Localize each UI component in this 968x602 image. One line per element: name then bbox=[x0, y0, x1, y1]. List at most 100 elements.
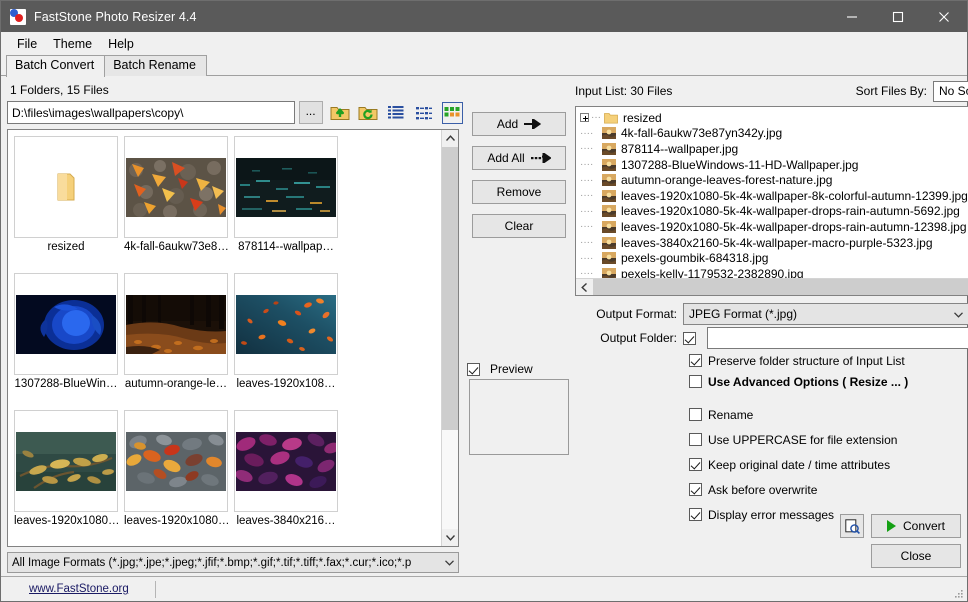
thumbnail-view-icon[interactable] bbox=[441, 101, 463, 124]
scroll-track[interactable] bbox=[442, 147, 458, 529]
thumbnail-item[interactable]: 1307288-BlueWin… bbox=[14, 273, 118, 397]
thumbnail-label: leaves-1920x108… bbox=[236, 378, 336, 390]
uppercase-extension-checkbox[interactable] bbox=[689, 433, 702, 446]
list-item[interactable]: ···· 878114--wallpaper.jpg bbox=[576, 141, 968, 157]
keep-date-checkbox[interactable] bbox=[689, 458, 702, 471]
list-item[interactable]: ··· resized bbox=[576, 110, 968, 126]
list-item[interactable]: ···· leaves-3840x2160-5k-4k-wallpaper-ma… bbox=[576, 235, 968, 251]
website-link[interactable]: www.FastStone.org bbox=[29, 583, 129, 595]
ask-overwrite-row[interactable]: Ask before overwrite bbox=[575, 479, 968, 500]
thumbnail-label: leaves-3840x216… bbox=[236, 515, 336, 527]
thumbnail-label: resized bbox=[47, 241, 85, 253]
detail-view-icon[interactable] bbox=[414, 102, 435, 124]
close-button[interactable]: Close bbox=[871, 544, 961, 568]
remove-button[interactable]: Remove bbox=[472, 180, 566, 204]
maximize-icon[interactable] bbox=[875, 1, 921, 32]
keep-date-row[interactable]: Keep original date / time attributes bbox=[575, 454, 968, 475]
file-format-filter[interactable]: All Image Formats (*.jpg;*.jpe;*.jpeg;*.… bbox=[7, 552, 459, 573]
list-item[interactable]: ···· pexels-kelly-1179532-2382890.jpg bbox=[576, 266, 968, 278]
thumbnail-scrollbar[interactable] bbox=[441, 130, 458, 546]
thumbnail-item[interactable]: resized bbox=[14, 136, 118, 260]
output-options: Output Format: JPEG Format (*.jpg) Setti… bbox=[575, 302, 968, 525]
scroll-down-icon[interactable] bbox=[442, 529, 458, 546]
output-folder-input[interactable] bbox=[707, 327, 968, 349]
list-item-label: 1307288-BlueWindows-11-HD-Wallpaper.jpg bbox=[621, 157, 859, 172]
tree-connector: ···· bbox=[580, 159, 594, 171]
list-item-label: 4k-fall-6aukw73e87yn342y.jpg bbox=[621, 126, 783, 141]
convert-button[interactable]: Convert bbox=[871, 514, 961, 538]
list-view-icon[interactable] bbox=[386, 102, 407, 124]
folder-up-icon[interactable] bbox=[330, 102, 351, 124]
use-advanced-options-row[interactable]: Use Advanced Options ( Resize ... ) bbox=[575, 371, 968, 392]
preview-magnifier-icon[interactable] bbox=[840, 514, 864, 538]
tree-connector: ···· bbox=[580, 174, 594, 186]
browse-folder-button[interactable]: ... bbox=[298, 101, 323, 124]
close-button-label: Close bbox=[900, 549, 932, 563]
thumbnail-item[interactable]: leaves-1920x1080… bbox=[14, 410, 118, 534]
uppercase-extension-label: Use UPPERCASE for file extension bbox=[708, 432, 898, 447]
clear-button[interactable]: Clear bbox=[472, 214, 566, 238]
scroll-up-icon[interactable] bbox=[442, 130, 458, 147]
sort-files-select[interactable]: No Sort bbox=[933, 80, 968, 102]
list-item[interactable]: ···· leaves-1920x1080-5k-4k-wallpaper-dr… bbox=[576, 204, 968, 220]
thumbnail-image bbox=[14, 410, 118, 512]
image-thumb-icon bbox=[602, 189, 616, 202]
preview-toggle[interactable]: Preview bbox=[467, 362, 571, 376]
output-format-select[interactable]: JPEG Format (*.jpg) bbox=[683, 303, 968, 325]
add-button[interactable]: Add bbox=[472, 112, 566, 136]
list-item[interactable]: ···· pexels-goumbik-684318.jpg bbox=[576, 250, 968, 266]
rename-row[interactable]: Rename bbox=[575, 404, 968, 425]
use-advanced-options-checkbox[interactable] bbox=[689, 375, 702, 388]
list-item-label: pexels-goumbik-684318.jpg bbox=[621, 251, 769, 266]
list-item[interactable]: ···· autumn-orange-leaves-forest-nature.… bbox=[576, 172, 968, 188]
input-list-box[interactable]: ··· resized ···· 4k-fall-6aukw73e87yn342… bbox=[575, 106, 968, 296]
thumbnail-item[interactable]: leaves-1920x108… bbox=[234, 273, 338, 397]
menu-item-help[interactable]: Help bbox=[100, 34, 142, 54]
window-title: FastStone Photo Resizer 4.4 bbox=[34, 9, 197, 24]
list-item[interactable]: ···· leaves-1920x1080-5k-4k-wallpaper-dr… bbox=[576, 219, 968, 235]
uppercase-extension-row[interactable]: Use UPPERCASE for file extension bbox=[575, 429, 968, 450]
thumbnail-label: 1307288-BlueWin… bbox=[14, 378, 118, 390]
display-errors-checkbox[interactable] bbox=[689, 508, 702, 521]
minimize-icon[interactable] bbox=[829, 1, 875, 32]
preserve-folder-structure-row[interactable]: Preserve folder structure of Input List bbox=[575, 350, 968, 371]
rename-checkbox[interactable] bbox=[689, 408, 702, 421]
tab-batch-rename[interactable]: Batch Rename bbox=[104, 55, 207, 76]
thumbnail-item[interactable]: 878114--wallpap… bbox=[234, 136, 338, 260]
scroll-track[interactable] bbox=[593, 279, 968, 295]
resize-grip[interactable] bbox=[952, 587, 964, 599]
chevron-down-icon[interactable] bbox=[441, 559, 458, 566]
folder-path-input[interactable]: D:\files\images\wallpapers\copy\ bbox=[7, 101, 295, 124]
thumbnail-item[interactable]: autumn-orange-le… bbox=[124, 273, 228, 397]
ask-overwrite-checkbox[interactable] bbox=[689, 483, 702, 496]
input-list-count-label: Input List: 30 Files bbox=[575, 84, 673, 98]
source-browser-panel: 1 Folders, 15 Files D:\files\images\wall… bbox=[1, 76, 463, 576]
list-item[interactable]: ···· 1307288-BlueWindows-11-HD-Wallpaper… bbox=[576, 157, 968, 173]
input-list-hscrollbar[interactable] bbox=[576, 278, 968, 295]
chevron-down-icon bbox=[954, 307, 963, 321]
image-thumb-icon bbox=[602, 236, 616, 249]
add-all-button[interactable]: Add All bbox=[472, 146, 566, 170]
preserve-folder-structure-checkbox[interactable] bbox=[689, 354, 702, 367]
expand-icon[interactable] bbox=[580, 113, 589, 123]
application-window: FastStone Photo Resizer 4.4 File Theme H… bbox=[0, 0, 968, 602]
thumbnail-item[interactable]: 4k-fall-6aukw73e8… bbox=[124, 136, 228, 260]
tree-connector: ···· bbox=[580, 237, 594, 249]
scroll-thumb[interactable] bbox=[442, 147, 458, 430]
scroll-thumb[interactable] bbox=[593, 279, 968, 295]
list-item[interactable]: ···· leaves-1920x1080-5k-4k-wallpaper-8k… bbox=[576, 188, 968, 204]
close-icon[interactable] bbox=[921, 1, 967, 32]
scroll-left-icon[interactable] bbox=[576, 279, 593, 295]
folder-refresh-icon[interactable] bbox=[358, 102, 379, 124]
tab-batch-convert[interactable]: Batch Convert bbox=[6, 55, 106, 77]
thumbnail-item[interactable]: leaves-3840x216… bbox=[234, 410, 338, 534]
preview-checkbox[interactable] bbox=[467, 362, 480, 376]
title-bar: FastStone Photo Resizer 4.4 bbox=[1, 1, 967, 32]
list-item[interactable]: ···· 4k-fall-6aukw73e87yn342y.jpg bbox=[576, 126, 968, 142]
menu-item-file[interactable]: File bbox=[9, 34, 45, 54]
action-buttons: Convert Close bbox=[840, 514, 961, 568]
thumbnail-item[interactable]: leaves-1920x1080… bbox=[124, 410, 228, 534]
arrow-right-icon bbox=[524, 119, 542, 129]
output-folder-checkbox[interactable] bbox=[683, 331, 696, 345]
menu-item-theme[interactable]: Theme bbox=[45, 34, 100, 54]
